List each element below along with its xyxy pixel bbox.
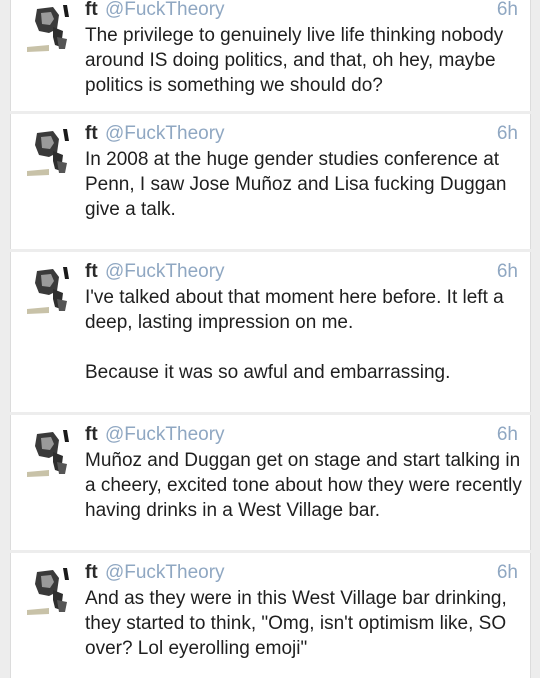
tweet-text: The privilege to genuinely live life thi… [85,23,522,98]
avatar[interactable] [23,265,75,321]
timestamp[interactable]: 6h [497,561,518,585]
timestamp[interactable]: 6h [497,122,518,146]
tweet-header: ft @FuckTheory 6h [85,423,518,447]
tweet-card[interactable]: ft @FuckTheory 6h In 2008 at the huge ge… [10,114,531,249]
author-handle[interactable]: @FuckTheory [105,424,225,445]
author-name[interactable]: ft [85,261,98,282]
author-name[interactable]: ft [85,562,98,583]
tweet-paragraph: Muñoz and Duggan get on stage and start … [85,450,522,521]
tweet-paragraph: I've talked about that moment here befor… [85,287,504,333]
avatar[interactable] [23,127,75,183]
avatar-image-icon [23,3,75,59]
tweet-header: ft @FuckTheory 6h [85,561,518,585]
timestamp[interactable]: 6h [497,260,518,284]
tweet-card[interactable]: ft @FuckTheory 6h I've talked about that… [10,252,531,412]
avatar[interactable] [23,428,75,484]
author-name[interactable]: ft [85,0,98,20]
author-handle[interactable]: @FuckTheory [105,0,225,20]
tweet-text: And as they were in this West Village ba… [85,586,522,661]
tweet-paragraph: Because it was so awful and embarrassing… [85,362,451,383]
tweet-card[interactable]: ft @FuckTheory 6h Muñoz and Duggan get o… [10,415,531,550]
avatar-image-icon [23,428,75,484]
tweet-text: In 2008 at the huge gender studies confe… [85,147,522,222]
author-handle[interactable]: @FuckTheory [105,562,225,583]
tweet-header: ft @FuckTheory 6h [85,260,518,284]
timestamp[interactable]: 6h [497,423,518,447]
author-handle[interactable]: @FuckTheory [105,261,225,282]
tweet-card[interactable]: ft @FuckTheory 6h And as they were in th… [10,553,531,678]
avatar-image-icon [23,566,75,622]
author-handle[interactable]: @FuckTheory [105,123,225,144]
tweet-header: ft @FuckTheory 6h [85,0,518,22]
author-name[interactable]: ft [85,424,98,445]
timestamp[interactable]: 6h [497,0,518,22]
tweet-text: I've talked about that moment here befor… [85,285,522,385]
tweet-card[interactable]: ft @FuckTheory 6h The privilege to genui… [10,0,531,111]
author-name[interactable]: ft [85,123,98,144]
tweet-paragraph: And as they were in this West Village ba… [85,588,507,659]
avatar-image-icon [23,265,75,321]
tweet-header: ft @FuckTheory 6h [85,122,518,146]
tweet-paragraph: The privilege to genuinely live life thi… [85,25,504,96]
avatar[interactable] [23,3,75,59]
tweet-text: Muñoz and Duggan get on stage and start … [85,448,522,523]
avatar-image-icon [23,127,75,183]
tweet-paragraph: In 2008 at the huge gender studies confe… [85,149,507,220]
avatar[interactable] [23,566,75,622]
